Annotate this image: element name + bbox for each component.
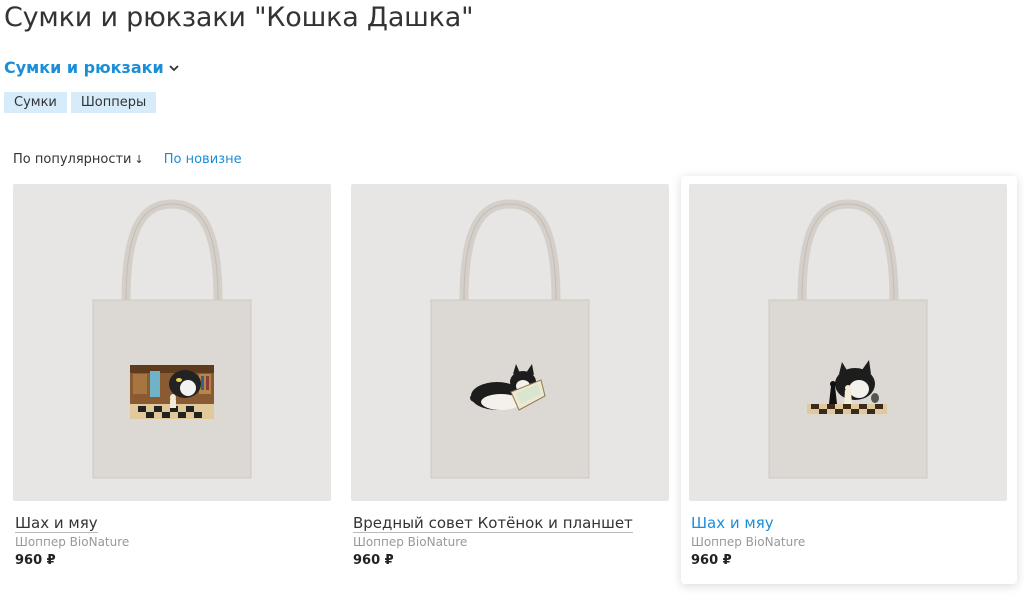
tag-shoppers[interactable]: Шопперы: [70, 92, 157, 113]
tag-bags[interactable]: Сумки: [4, 92, 67, 113]
sort-arrow-icon: ↓: [134, 153, 144, 166]
product-subtitle: Шоппер BioNature: [353, 535, 468, 549]
product-price: 960 ₽: [353, 553, 394, 568]
product-subtitle: Шоппер BioNature: [691, 535, 806, 549]
product-name[interactable]: Вредный совет Котёнок и планшет: [353, 514, 633, 533]
product-card[interactable]: Вредный совет Котёнок и планшет Шоппер B…: [343, 176, 679, 584]
tote-bag-image: [92, 199, 252, 479]
category-dropdown[interactable]: Сумки и рюкзаки: [4, 58, 179, 77]
product-card[interactable]: Шах и мяу Шоппер BioNature 960 ₽: [5, 176, 341, 584]
sort-popularity-label: По популярности: [13, 152, 132, 167]
product-image[interactable]: [13, 184, 331, 501]
sort-bar: По популярности ↓ По новизне: [13, 152, 242, 167]
product-name[interactable]: Шах и мяу: [15, 514, 98, 533]
tote-bag-image: [768, 199, 928, 479]
page-title: Сумки и рюкзаки "Кошка Дашка": [4, 2, 474, 33]
product-price: 960 ₽: [691, 553, 732, 568]
category-label: Сумки и рюкзаки: [4, 58, 164, 77]
tag-list: Сумки Шопперы: [4, 92, 157, 113]
product-subtitle: Шоппер BioNature: [15, 535, 130, 549]
product-name[interactable]: Шах и мяу: [691, 514, 774, 532]
chevron-down-icon: [169, 64, 179, 71]
product-price: 960 ₽: [15, 553, 56, 568]
sort-popularity[interactable]: По популярности ↓: [13, 152, 144, 167]
print-cat-chess-library: [130, 365, 214, 419]
product-card[interactable]: Шах и мяу Шоппер BioNature 960 ₽: [681, 176, 1017, 584]
product-image[interactable]: [351, 184, 669, 501]
sort-newest[interactable]: По новизне: [164, 152, 242, 167]
tote-bag-image: [430, 199, 590, 479]
product-image[interactable]: [689, 184, 1007, 501]
